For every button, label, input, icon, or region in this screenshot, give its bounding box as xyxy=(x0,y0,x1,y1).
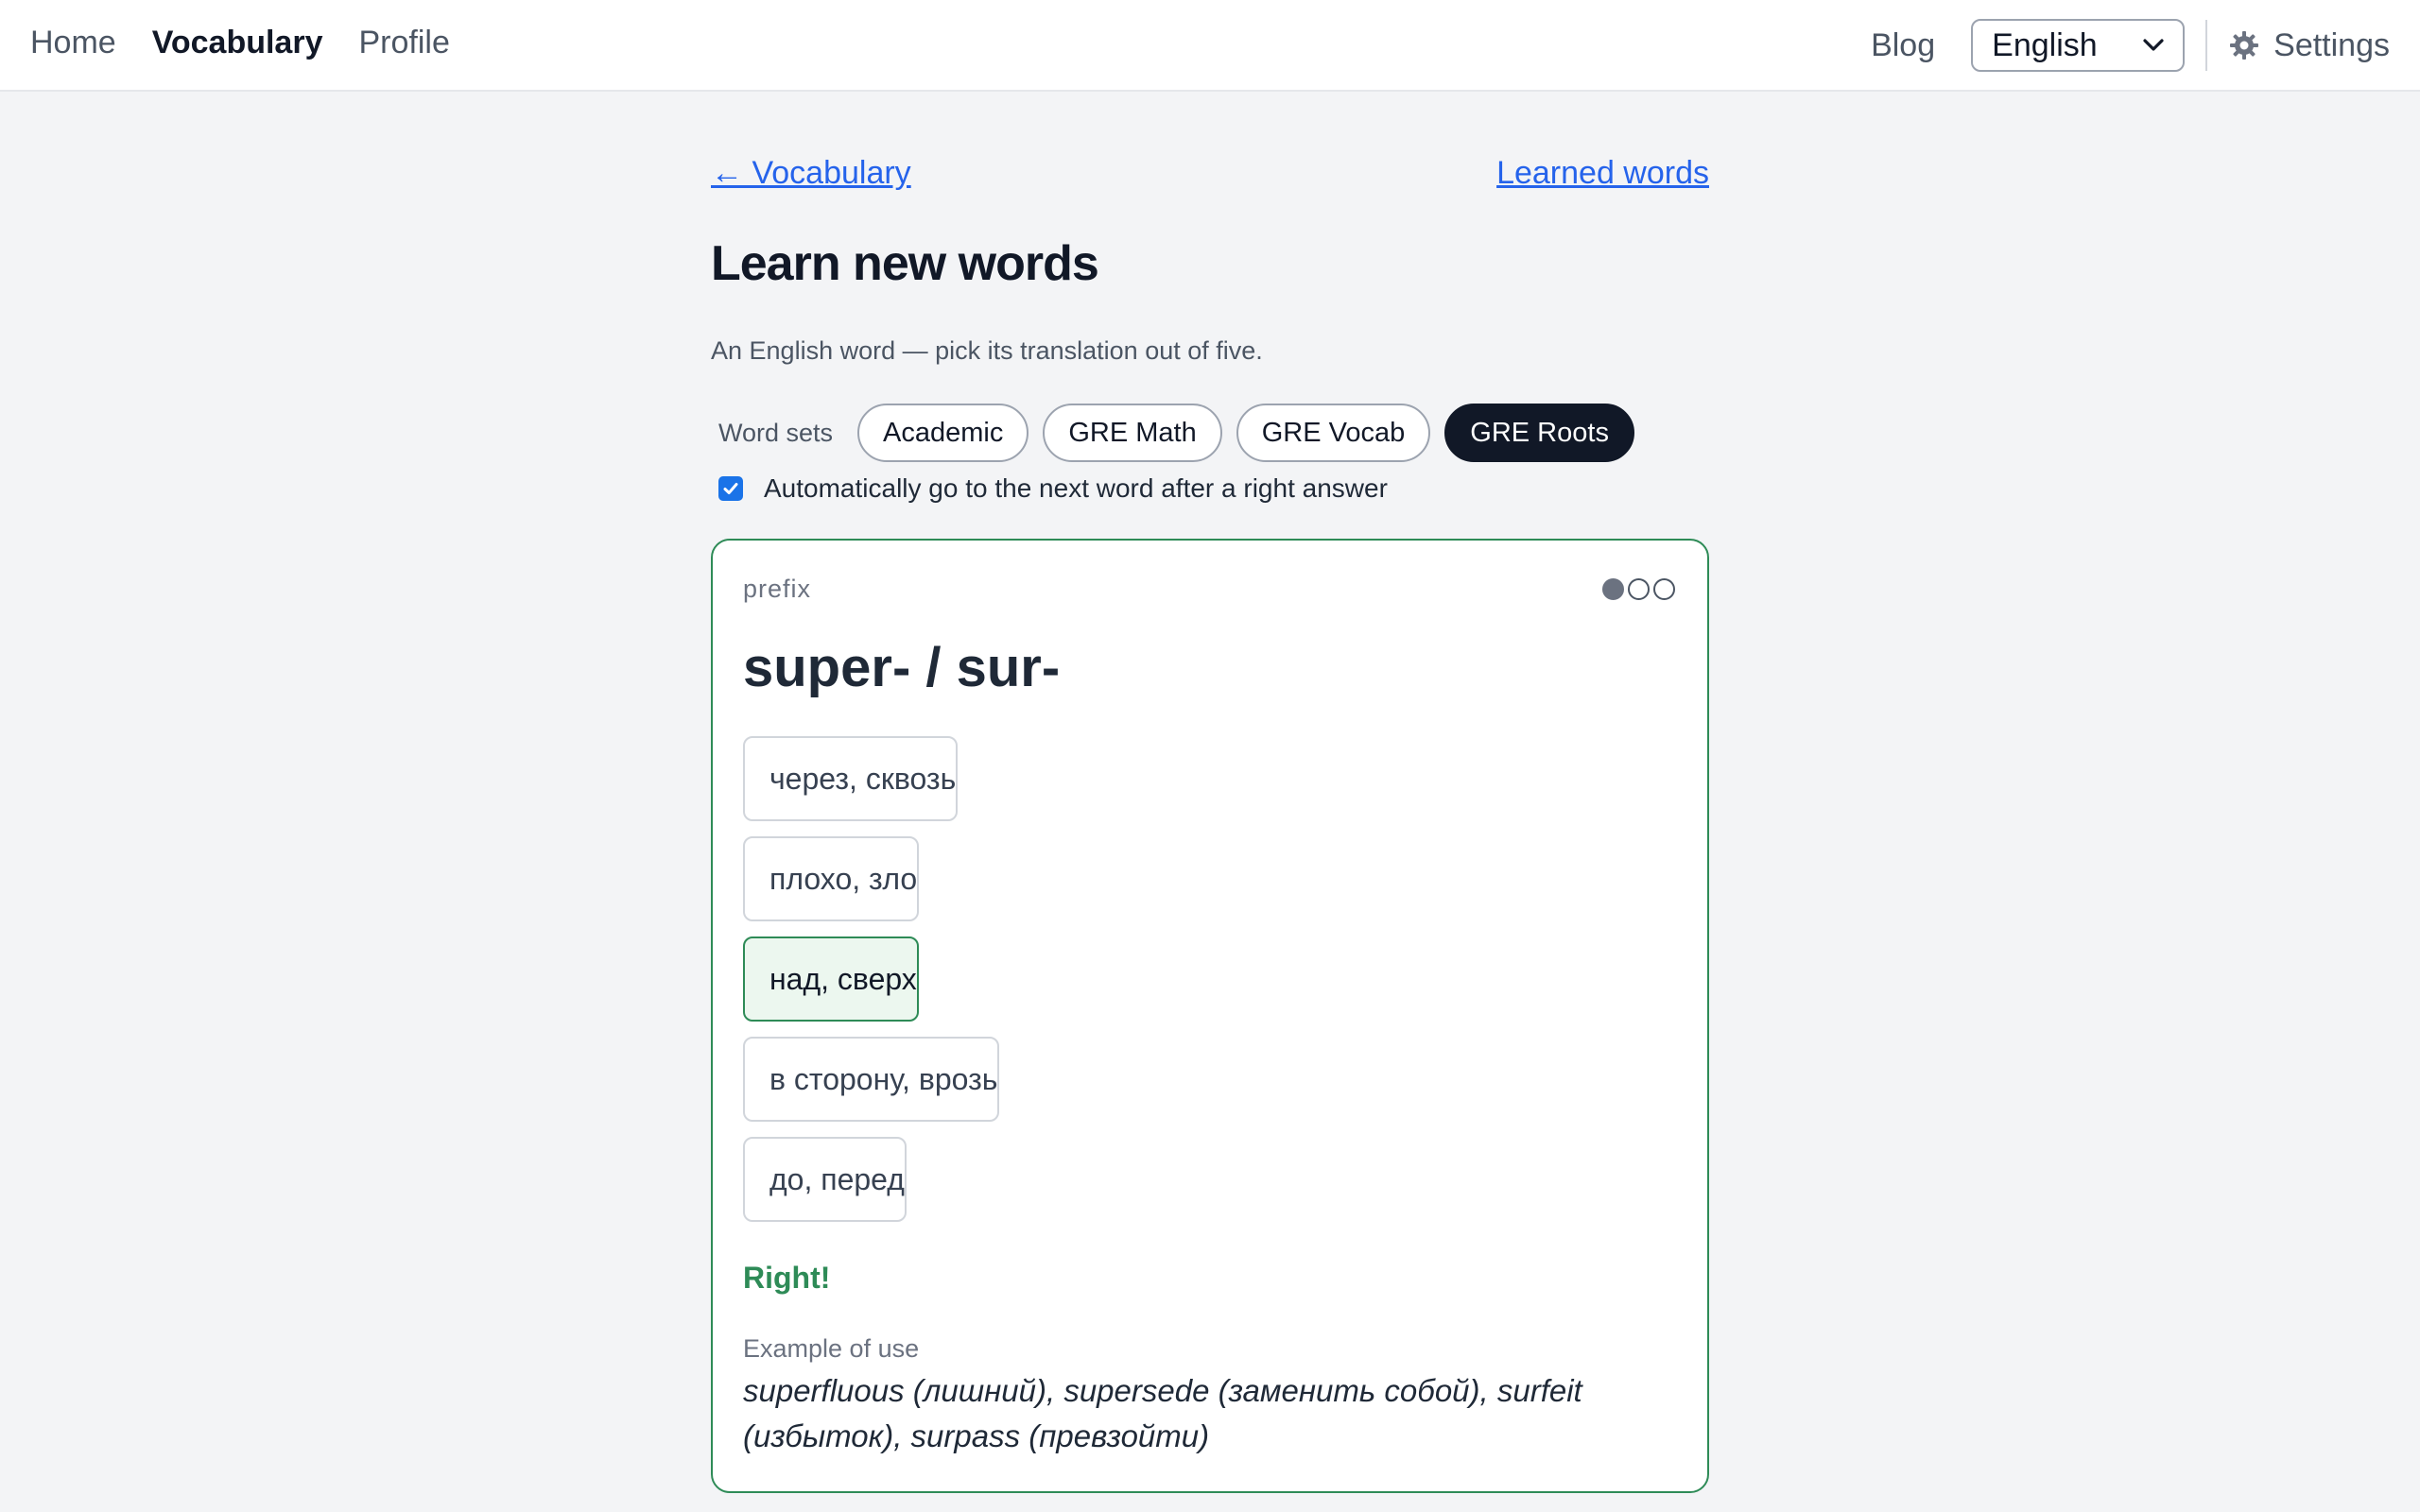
settings-label: Settings xyxy=(2273,26,2390,63)
answer-option[interactable]: через, сквозь xyxy=(743,736,959,821)
word-quiz-card: prefix super- / sur- через, сквозь плохо… xyxy=(711,539,1709,1493)
learned-words-link[interactable]: Learned words xyxy=(1496,154,1709,192)
answer-option[interactable]: до, перед xyxy=(743,1137,907,1222)
top-navbar: Home Vocabulary Profile Blog English Set… xyxy=(0,0,2420,92)
answer-option-correct[interactable]: над, сверх xyxy=(743,936,919,1022)
word-set-gre-math[interactable]: GRE Math xyxy=(1043,404,1222,462)
page-subtitle: An English word — pick its translation o… xyxy=(711,336,1263,365)
progress-dot xyxy=(1628,578,1650,600)
settings-button[interactable]: Settings xyxy=(2228,27,2390,64)
word-sets-label: Word sets xyxy=(718,418,834,447)
nav-vocabulary[interactable]: Vocabulary xyxy=(152,19,323,66)
word-set-gre-roots[interactable]: GRE Roots xyxy=(1444,404,1634,462)
auto-next-option: Automatically go to the next word after … xyxy=(718,473,1388,504)
answer-options: через, сквозь плохо, зло над, сверх в ст… xyxy=(743,736,1677,1237)
nav-divider xyxy=(2205,20,2208,71)
progress-dots xyxy=(1602,578,1675,600)
gear-icon xyxy=(2230,31,2259,60)
checkmark-icon xyxy=(723,483,738,494)
word-set-gre-vocab[interactable]: GRE Vocab xyxy=(1236,404,1431,462)
language-select[interactable]: English xyxy=(1971,19,2186,72)
nav-blog[interactable]: Blog xyxy=(1871,27,1935,64)
part-of-speech: prefix xyxy=(743,575,812,603)
word-sets: Word sets Academic GRE Math GRE Vocab GR… xyxy=(718,404,1649,462)
back-to-vocabulary-link[interactable]: ← Vocabulary xyxy=(711,154,911,192)
primary-nav: Home Vocabulary Profile xyxy=(30,19,450,66)
language-select-value: English xyxy=(1992,26,2098,63)
progress-dot xyxy=(1602,578,1624,600)
quiz-word: super- / sur- xyxy=(743,637,1061,698)
auto-next-label: Automatically go to the next word after … xyxy=(764,473,1388,503)
example-label: Example of use xyxy=(743,1334,920,1363)
chevron-down-icon xyxy=(2143,39,2164,51)
word-set-academic[interactable]: Academic xyxy=(857,404,1029,462)
auto-next-checkbox[interactable] xyxy=(718,476,743,501)
example-text: superfluous (лишний), supersede (заменит… xyxy=(743,1373,1582,1453)
answer-option[interactable]: в сторону, врозь xyxy=(743,1037,1000,1122)
page-title: Learn new words xyxy=(711,236,1099,291)
nav-home[interactable]: Home xyxy=(30,19,116,66)
result-message: Right! xyxy=(743,1261,831,1295)
breadcrumb: ← Vocabulary Learned words xyxy=(711,92,1709,191)
progress-dot xyxy=(1653,578,1675,600)
nav-right: Blog English Settings xyxy=(1871,19,2390,72)
main-content: ← Vocabulary Learned words Learn new wor… xyxy=(711,92,1709,1493)
answer-option[interactable]: плохо, зло xyxy=(743,836,920,921)
nav-profile[interactable]: Profile xyxy=(358,19,449,66)
